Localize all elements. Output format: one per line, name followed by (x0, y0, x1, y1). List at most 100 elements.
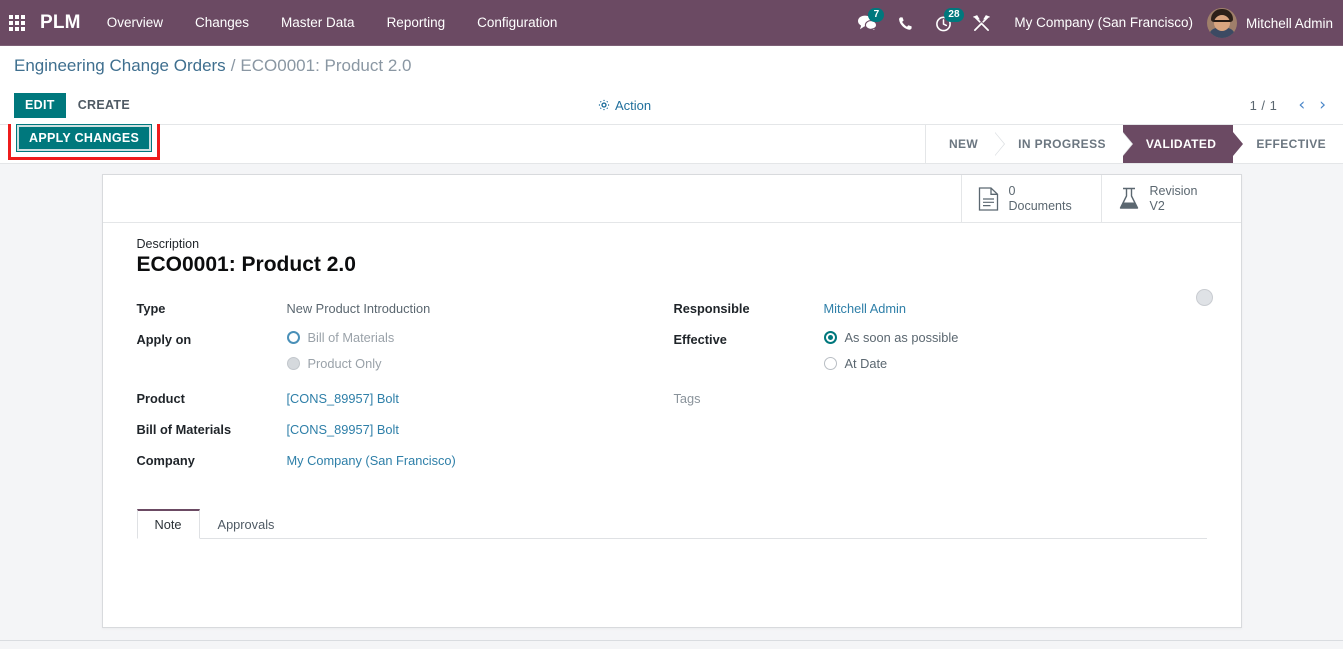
apps-grid-icon[interactable] (0, 0, 34, 46)
tab-approvals[interactable]: Approvals (200, 509, 293, 539)
revision-version: V2 (1149, 198, 1165, 213)
field-responsible: Responsible Mitchell Admin (674, 299, 1207, 319)
stat-button-box: 0 Documents Revision V2 (960, 175, 1241, 222)
stage-in-progress[interactable]: IN PROGRESS (995, 125, 1133, 163)
gear-icon (598, 99, 610, 111)
apply-on-option-product-only-label: Product Only (307, 356, 382, 371)
user-menu[interactable]: Mitchell Admin (1206, 0, 1339, 46)
effective-label: Effective (673, 332, 727, 347)
description-label: Description (136, 237, 200, 251)
content-area: APPLY CHANGES NEW IN PROGRESS VALIDATED … (0, 124, 1343, 649)
effective-option-at-date-label: At Date (844, 356, 888, 371)
apply-on-option-bom[interactable]: Bill of Materials (286, 330, 394, 345)
stage-effective-label: EFFECTIVE (1256, 137, 1326, 151)
stat-button-revision[interactable]: Revision V2 (1100, 175, 1241, 222)
company-switcher[interactable]: My Company (San Francisco) (1000, 0, 1207, 46)
tab-pane-note[interactable] (137, 539, 1207, 625)
notebook-tabs: Note Approvals (136, 508, 1207, 539)
app-brand-plm[interactable]: PLM (34, 0, 91, 46)
form-column-right: Responsible Mitchell Admin Effective As … (672, 299, 1207, 482)
product-value[interactable]: [CONS_89957] Bolt (287, 389, 399, 408)
company-label: Company (136, 453, 195, 468)
phone-icon[interactable] (886, 0, 924, 46)
form-sheet: 0 Documents Revision V2 Description ECO0… (101, 174, 1242, 628)
documents-label: Documents (1008, 198, 1072, 213)
sheet-header: 0 Documents Revision V2 (102, 175, 1241, 223)
responsible-label: Responsible (673, 301, 750, 316)
pager-count: 1 / 1 (1249, 97, 1278, 113)
tags-label: Tags (673, 391, 701, 406)
company-value[interactable]: My Company (San Francisco) (287, 451, 456, 470)
bom-value[interactable]: [CONS_89957] Bolt (287, 420, 399, 439)
stat-button-documents[interactable]: 0 Documents (960, 175, 1101, 222)
field-bill-of-materials: Bill of Materials [CONS_89957] Bolt (137, 420, 672, 440)
messages-icon[interactable]: 7 (848, 0, 886, 46)
menu-reporting[interactable]: Reporting (371, 0, 462, 46)
apply-on-label: Apply on (136, 332, 192, 347)
flask-icon (1118, 187, 1140, 211)
sheet-scroll-area[interactable]: 0 Documents Revision V2 Description ECO0… (0, 164, 1343, 649)
menu-overview[interactable]: Overview (91, 0, 179, 46)
field-tags: Tags (674, 389, 1207, 409)
sheet-body: Description ECO0001: Product 2.0 Type Ne… (103, 223, 1241, 625)
responsible-value[interactable]: Mitchell Admin (824, 299, 907, 318)
activities-badge: 28 (944, 8, 964, 22)
form-statusbar-row: APPLY CHANGES NEW IN PROGRESS VALIDATED … (0, 124, 1343, 164)
menu-changes[interactable]: Changes (179, 0, 265, 46)
stage-new[interactable]: NEW (925, 125, 1006, 163)
action-label: Action (615, 97, 652, 113)
activities-clock-icon[interactable]: 28 (924, 0, 964, 46)
breadcrumb-separator: / (230, 56, 236, 75)
kanban-state-dot[interactable] (1195, 289, 1213, 306)
notebook: Note Approvals (136, 508, 1207, 625)
radio-icon-asap[interactable] (823, 331, 837, 344)
radio-icon-bom[interactable] (286, 331, 300, 344)
action-menu[interactable]: Action (598, 98, 651, 113)
pager-previous-button[interactable]: ‹ (1291, 96, 1312, 114)
stat-button-revision-text: Revision V2 (1150, 184, 1198, 214)
navbar-systray: 7 28 My Company (San Francisco) Mitchell… (848, 0, 1343, 46)
menu-master-data[interactable]: Master Data (265, 0, 371, 46)
bottom-divider (0, 640, 1343, 641)
edit-button[interactable]: EDIT (14, 92, 66, 118)
field-apply-on: Apply on Bill of Materials Product Only (137, 330, 672, 371)
field-type: Type New Product Introduction (137, 299, 672, 319)
stat-button-documents-text: 0 Documents (1009, 184, 1072, 214)
debug-tools-icon[interactable] (962, 0, 1000, 46)
documents-count: 0 (1008, 183, 1016, 198)
form-column-left: Type New Product Introduction Apply on B… (137, 299, 672, 482)
top-navbar: PLM Overview Changes Master Data Reporti… (0, 0, 1343, 46)
radio-icon-product-only[interactable] (286, 357, 300, 370)
stage-validated[interactable]: VALIDATED (1122, 125, 1243, 163)
stage-effective[interactable]: EFFECTIVE (1233, 125, 1343, 163)
effective-radio-group: As soon as possible At Date (823, 330, 959, 371)
menu-configuration[interactable]: Configuration (461, 0, 573, 46)
apply-on-option-product-only[interactable]: Product Only (286, 356, 395, 371)
radio-icon-at-date[interactable] (823, 357, 837, 370)
apply-on-radio-group: Bill of Materials Product Only (286, 330, 395, 371)
field-effective: Effective As soon as possible At Date (674, 330, 1207, 371)
field-product: Product [CONS_89957] Bolt (137, 389, 672, 409)
pager: 1 / 1 ‹ › (1249, 96, 1333, 114)
avatar (1206, 8, 1237, 38)
effective-option-asap[interactable]: As soon as possible (823, 330, 959, 345)
effective-option-at-date[interactable]: At Date (823, 356, 959, 371)
form-grid: Type New Product Introduction Apply on B… (137, 299, 1207, 482)
pager-next-button[interactable]: › (1312, 96, 1333, 114)
create-button[interactable]: CREATE (66, 93, 142, 117)
field-company: Company My Company (San Francisco) (137, 451, 672, 471)
description-value[interactable]: ECO0001: Product 2.0 (137, 253, 1207, 277)
type-label: Type (136, 301, 166, 316)
stage-new-label: NEW (948, 137, 979, 151)
bom-label: Bill of Materials (136, 422, 232, 437)
breadcrumb-parent[interactable]: Engineering Change Orders (14, 56, 226, 76)
effective-option-asap-label: As soon as possible (844, 330, 959, 345)
control-panel: EDIT CREATE Action 1 / 1 ‹ › (0, 86, 1343, 124)
apply-changes-button[interactable]: APPLY CHANGES (16, 124, 153, 152)
tab-note[interactable]: Note (136, 509, 200, 539)
product-label: Product (136, 391, 185, 406)
revision-label: Revision (1149, 183, 1198, 198)
type-value: New Product Introduction (286, 301, 431, 316)
breadcrumb-current: ECO0001: Product 2.0 (240, 56, 412, 75)
stage-validated-label: VALIDATED (1145, 137, 1217, 151)
